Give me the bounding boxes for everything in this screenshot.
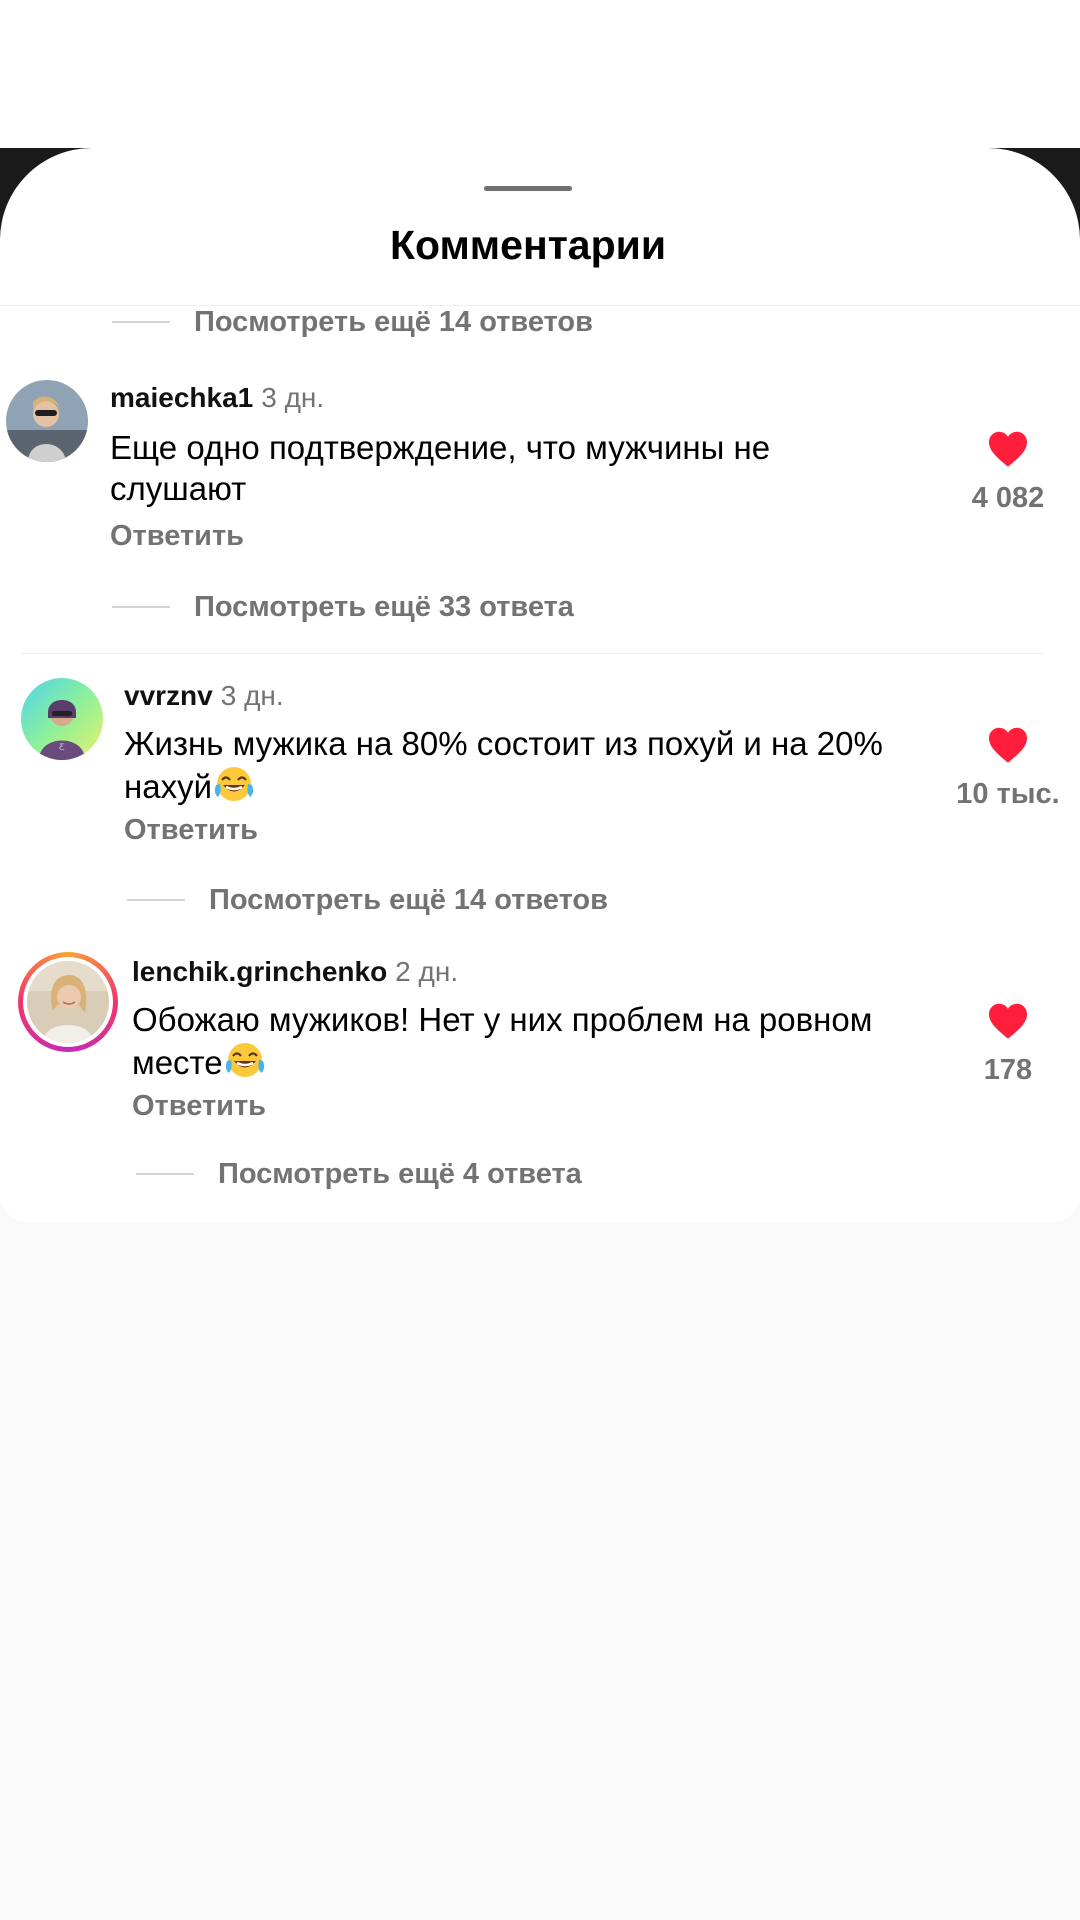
thread-line (112, 321, 170, 323)
view-more-replies-button[interactable]: Посмотреть ещё 14 ответов (112, 304, 593, 340)
thread-line (136, 1173, 194, 1175)
avatar[interactable] (27, 961, 109, 1043)
like-count: 10 тыс. (956, 778, 1060, 810)
view-more-replies-button[interactable]: Посмотреть ещё 14 ответов (127, 882, 608, 918)
heart-icon[interactable] (987, 430, 1029, 468)
like-control: 4 082 (943, 430, 1073, 515)
comment-meta: maiechka1 3 дн. (110, 382, 324, 414)
comment-divider (22, 653, 1044, 654)
avatar[interactable]: Ƹ (21, 678, 103, 760)
like-control: 10 тыс. (943, 726, 1073, 811)
comment-text: Еще одно подтверждение, что мужчины не с… (110, 429, 771, 507)
like-control: 178 (943, 1002, 1073, 1087)
timestamp: 3 дн. (220, 680, 284, 711)
like-count: 178 (983, 1054, 1033, 1086)
view-more-replies-button[interactable]: Посмотреть ещё 33 ответа (112, 589, 574, 625)
reply-button[interactable]: Ответить (124, 814, 258, 847)
comment-meta: lenchik.grinchenko 2 дн. (132, 956, 458, 988)
heart-icon[interactable] (987, 1002, 1029, 1040)
heart-icon[interactable] (987, 726, 1029, 764)
view-more-label: Посмотреть ещё 14 ответов (194, 305, 593, 338)
username[interactable]: vvrznv (124, 680, 213, 711)
comment-text: Обожаю мужиков! Нет у них проблем на ров… (132, 999, 932, 1083)
avatar-photo-icon: Ƹ (21, 678, 103, 760)
comment-meta: vvrznv 3 дн. (124, 680, 284, 712)
view-more-label: Посмотреть ещё 33 ответа (194, 590, 574, 623)
sheet-title: Комментарии (389, 222, 667, 268)
timestamp: 3 дн. (261, 382, 325, 413)
reply-button[interactable]: Ответить (110, 520, 244, 553)
comments-sheet: Комментарии Посмотреть ещё 14 ответов ma… (0, 148, 1080, 1222)
view-more-label: Посмотреть ещё 14 ответов (209, 883, 608, 916)
avatar-photo-icon (27, 961, 109, 1043)
drag-handle[interactable] (484, 186, 572, 191)
face-with-tears-of-joy-icon (214, 767, 254, 801)
username[interactable]: lenchik.grinchenko (132, 956, 387, 987)
face-with-tears-of-joy-icon (225, 1043, 264, 1077)
comment-text: Жизнь мужика на 80% состоит из похуй и н… (124, 723, 924, 807)
thread-line (127, 899, 185, 901)
svg-text:Ƹ: Ƹ (59, 743, 65, 753)
timestamp: 2 дн. (395, 956, 459, 987)
avatar[interactable] (6, 380, 88, 462)
thread-line (112, 606, 170, 608)
view-more-label: Посмотреть ещё 4 ответа (218, 1157, 582, 1190)
username[interactable]: maiechka1 (110, 382, 253, 413)
avatar-photo-icon (6, 380, 88, 462)
view-more-replies-button[interactable]: Посмотреть ещё 4 ответа (136, 1156, 582, 1192)
story-ring[interactable] (18, 952, 118, 1052)
reply-button[interactable]: Ответить (132, 1090, 266, 1123)
status-area (0, 0, 1080, 148)
like-count: 4 082 (971, 482, 1045, 514)
